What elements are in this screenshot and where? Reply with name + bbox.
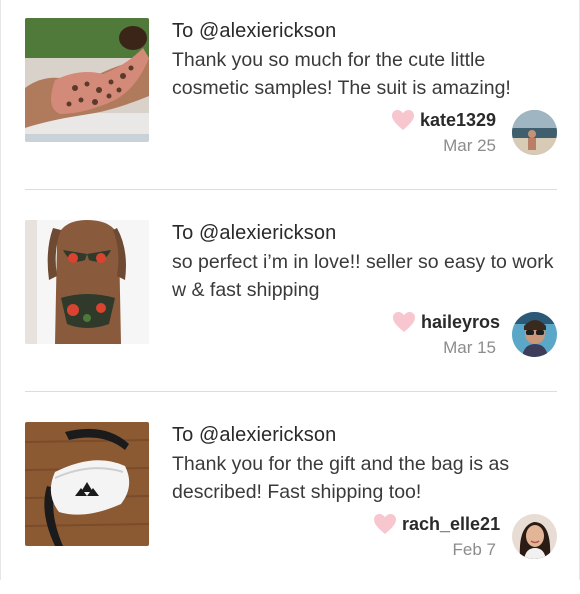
beach-avatar-icon	[512, 110, 557, 155]
review-message: so perfect i’m in love!! seller so easy …	[172, 251, 554, 301]
review-recipient[interactable]: To @alexierickson	[172, 222, 336, 245]
floral-bikini-photo-icon	[25, 220, 149, 344]
review-recipient[interactable]: To @alexierickson	[172, 424, 336, 447]
belt-bag-photo-icon	[25, 422, 149, 546]
listing-thumbnail[interactable]	[25, 18, 149, 142]
reviews-panel: To @alexierickson Thank you so much for …	[0, 0, 580, 580]
review-message: Thank you so much for the cute little co…	[172, 49, 511, 99]
heart-icon	[374, 514, 396, 534]
heart-icon	[392, 110, 414, 130]
reviewer-avatar[interactable]	[512, 514, 557, 559]
review-item: To @alexierickson Thank you so much for …	[1, 0, 580, 190]
sunglasses-avatar-icon	[512, 312, 557, 357]
review-item: To @alexierickson Thank you for the gift…	[1, 392, 580, 594]
review-message: Thank you for the gift and the bag is as…	[172, 453, 510, 503]
listing-thumbnail[interactable]	[25, 422, 149, 546]
reviewer-avatar[interactable]	[512, 110, 557, 155]
review-item: To @alexierickson so perfect i’m in love…	[1, 190, 580, 392]
review-date: Mar 25	[443, 136, 496, 155]
review-date: Mar 15	[443, 338, 496, 357]
review-recipient[interactable]: To @alexierickson	[172, 20, 336, 43]
portrait-avatar-icon	[512, 514, 557, 559]
listing-thumbnail[interactable]	[25, 220, 149, 344]
reviewer-username[interactable]: haileyros	[421, 312, 500, 333]
leopard-swimsuit-photo-icon	[25, 18, 149, 142]
heart-icon	[393, 312, 415, 332]
reviewer-avatar[interactable]	[512, 312, 557, 357]
reviewer-username[interactable]: rach_elle21	[402, 514, 500, 535]
review-date: Feb 7	[452, 540, 496, 559]
reviewer-username[interactable]: kate1329	[420, 110, 496, 131]
